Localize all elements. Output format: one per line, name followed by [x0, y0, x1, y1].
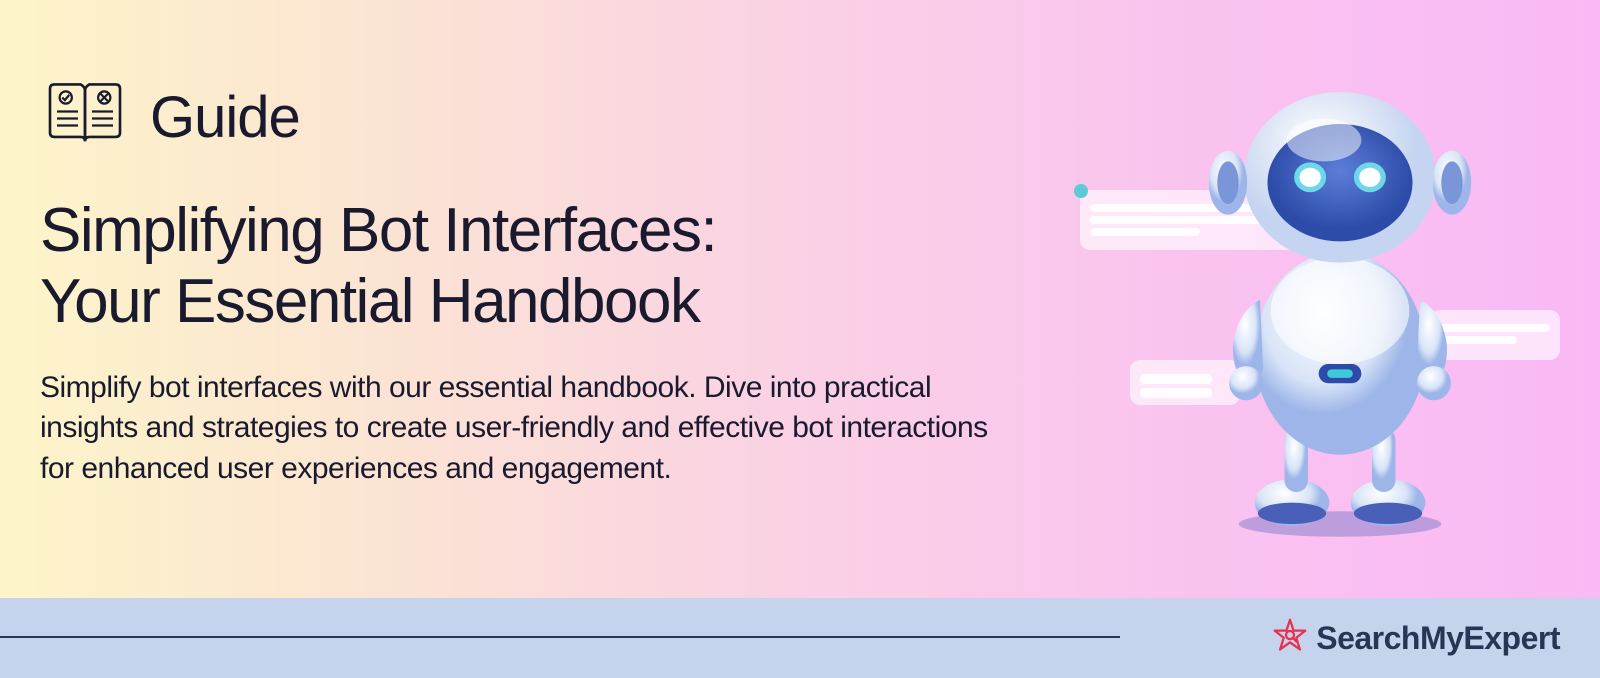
guide-label-text: Guide	[150, 84, 300, 151]
main-title: Simplifying Bot Interfaces: Your Essenti…	[40, 195, 1000, 338]
title-line-1: Simplifying Bot Interfaces:	[40, 196, 716, 265]
star-icon	[1272, 618, 1308, 659]
robot-icon	[1180, 60, 1500, 540]
guide-label-row: Guide	[40, 80, 1000, 155]
brand-logo: SearchMyExpert	[1272, 618, 1560, 659]
robot-illustration	[1060, 60, 1540, 560]
hero-banner: Guide Simplifying Bot Interfaces: Your E…	[0, 0, 1600, 598]
footer-bar: SearchMyExpert	[0, 598, 1600, 678]
content-area: Guide Simplifying Bot Interfaces: Your E…	[40, 80, 1000, 489]
title-line-2: Your Essential Handbook	[40, 267, 699, 336]
brand-name: SearchMyExpert	[1316, 620, 1560, 657]
book-icon	[40, 80, 130, 155]
description-text: Simplify bot interfaces with our essenti…	[40, 368, 1000, 490]
footer-divider	[0, 636, 1120, 638]
